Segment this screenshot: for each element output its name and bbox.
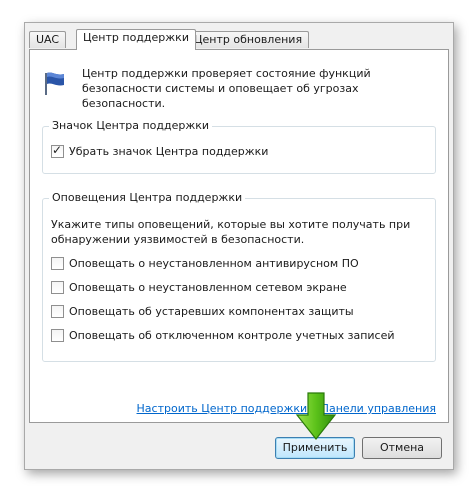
desc-line: обнаружении уязвимостей в безопасности.: [51, 233, 305, 246]
cancel-button[interactable]: Отмена: [362, 437, 442, 459]
tab-label: Центр обновления: [194, 33, 303, 46]
down-arrow-icon: [295, 392, 337, 440]
alerts-description: Укажите типы оповещений, которые вы хоти…: [51, 217, 431, 247]
checkbox-label: Оповещать о неустановленном сетевом экра…: [69, 280, 347, 294]
checkbox-label: Убрать значок Центра поддержки: [69, 144, 269, 158]
intro-line: Центр поддержки проверяет состояние функ…: [82, 67, 371, 80]
alert-checkbox[interactable]: [51, 280, 64, 294]
settings-dialog: UAC Центр поддержки Центр обновления Цен…: [24, 22, 454, 470]
hide-icon-option[interactable]: ✓ Убрать значок Центра поддержки: [51, 143, 268, 159]
alert-option-antivirus[interactable]: Оповещать о неустановленном антивирусном…: [51, 255, 359, 271]
tab-label: Центр поддержки: [83, 31, 189, 44]
alert-checkbox[interactable]: [51, 256, 64, 270]
intro-description: Центр поддержки проверяет состояние функ…: [82, 66, 442, 111]
intro-line: безопасности системы и оповещает об угро…: [82, 82, 359, 110]
tab-windows-update[interactable]: Центр обновления: [187, 31, 310, 48]
tab-panel: Центр поддержки проверяет состояние функ…: [29, 49, 449, 423]
alert-option-firewall[interactable]: Оповещать о неустановленном сетевом экра…: [51, 279, 347, 295]
icon-group: Значок Центра поддержки ✓ Убрать значок …: [42, 118, 436, 174]
control-panel-link[interactable]: Настроить Центр поддержки в Панели управ…: [137, 402, 436, 415]
tab-action-center[interactable]: Центр поддержки: [76, 29, 196, 50]
tab-label: UAC: [36, 33, 60, 46]
desc-line: Укажите типы оповещений, которые вы хоти…: [51, 218, 411, 231]
alerts-group: Оповещения Центра поддержки Укажите типы…: [42, 190, 436, 362]
hide-icon-checkbox[interactable]: ✓: [51, 142, 64, 158]
tab-uac[interactable]: UAC: [29, 31, 67, 48]
alert-option-uac[interactable]: Оповещать об отключенном контроле учетны…: [51, 327, 395, 343]
group-title: Оповещения Центра поддержки: [49, 190, 246, 206]
action-center-flag-icon: [45, 72, 64, 95]
checkbox-label: Оповещать об отключенном контроле учетны…: [69, 328, 395, 342]
alert-checkbox[interactable]: [51, 304, 64, 318]
alert-checkbox[interactable]: [51, 328, 64, 342]
checkbox-label: Оповещать об устаревших компонентах защи…: [69, 304, 354, 318]
group-title: Значок Центра поддержки: [49, 118, 213, 134]
checkmark-icon: ✓: [52, 142, 63, 157]
alert-option-outdated[interactable]: Оповещать об устаревших компонентах защи…: [51, 303, 354, 319]
checkbox-label: Оповещать о неустановленном антивирусном…: [69, 256, 359, 270]
